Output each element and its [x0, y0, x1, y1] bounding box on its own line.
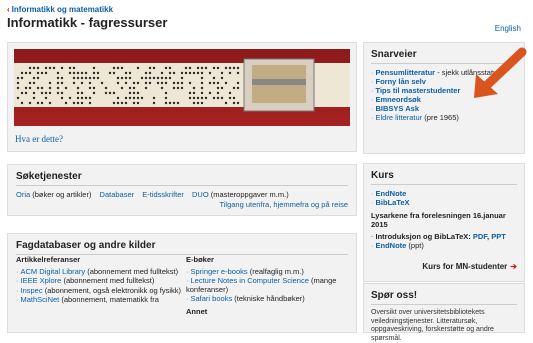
endnote-ppt-link[interactable]: EndNote [376, 241, 407, 250]
breadcrumb[interactable]: ‹ Informatikk og matematikk [7, 5, 113, 14]
list-item: · Inspec (abonnement, også elektronikk og… [16, 285, 182, 295]
other-heading: Annet [186, 306, 208, 316]
biblatex-link[interactable]: BibLaTeX [376, 198, 410, 207]
course-item: · EndNote [371, 189, 407, 198]
english-link[interactable]: English [495, 24, 521, 33]
databases-title: Fagdatabaser og andre kilder [16, 240, 156, 251]
chevron-left-icon: ‹ [7, 5, 10, 14]
oria-link[interactable]: Oria [16, 190, 30, 199]
list-item: · MathSciNet (abonnement, matematikk fra [16, 295, 159, 304]
shortcut-item: · BIBSYS Ask [371, 104, 419, 113]
punched-tape-image [14, 49, 350, 126]
orange-arrow-icon [474, 47, 527, 98]
search-services-title: Søketjenester [16, 171, 82, 182]
ejournals-link[interactable]: E-tidsskrifter [142, 190, 184, 199]
ebooks-heading: E-bøker [186, 255, 214, 264]
list-item: · IEEE Xplore (abonnement med fulltekst) [16, 276, 155, 285]
databases-link[interactable]: Databaser [100, 190, 135, 199]
mn-courses-link[interactable]: Kurs for MN-studenter ➔ [422, 262, 517, 271]
ask-us-title: Spør oss! [371, 290, 418, 301]
course-item: · BibLaTeX [371, 198, 410, 207]
arrow-right-icon: ➔ [510, 262, 517, 271]
shortcut-item: · Eldre litteratur (pre 1965) [371, 113, 459, 122]
list-item: · Lecture Notes in Computer Science (mang… [186, 276, 337, 294]
remote-access-link[interactable]: Tilgang utenfra, hjemmefra og på reise [219, 200, 348, 209]
page-title: Informatikk - fagressurser [7, 15, 168, 30]
course-item: · EndNote (ppt) [371, 241, 424, 250]
pdf-link[interactable]: PDF [473, 232, 487, 241]
databases-panel: Fagdatabaser og andre kilder Artikkelref… [7, 233, 357, 333]
search-services-panel: Søketjenester Oria (bøker og artikler) D… [7, 164, 357, 216]
list-item: · Safari books (tekniske håndbøker) [186, 294, 305, 303]
ask-us-text: Oversikt over universitetsbibliotekets v… [371, 309, 494, 342]
list-item: · Springer e-books (realfaglig m.m.) [186, 266, 304, 276]
hero-panel: Hva er dette? [7, 42, 357, 152]
ppt-link[interactable]: PPT [491, 232, 506, 241]
what-is-this-link[interactable]: Hva er dette? [15, 134, 63, 144]
courses-panel: Kurs · EndNote · BibLaTeX Lysarkene fra fo… [363, 163, 525, 282]
slides-note: Lysarkene fra forelesningen 16.januar 20… [371, 211, 506, 229]
endnote-link[interactable]: EndNote [376, 189, 407, 198]
article-references-heading: Artikkelreferanser [16, 255, 81, 264]
list-item: · ACM Digital Library (abonnement med ful… [16, 266, 179, 276]
ebooks-column: E-bøker · Springer e-books (realfaglig m.… [186, 255, 351, 319]
article-references-column: Artikkelreferanser · ACM Digital Library … [16, 255, 182, 306]
courses-title: Kurs [371, 170, 394, 181]
search-services-row: Oria (bøker og artikler) Databaser E-tid… [16, 190, 289, 199]
ask-us-panel: Spør oss! Oversikt over universitetsbibl… [363, 283, 525, 342]
punched-tape-holes [16, 58, 315, 112]
course-item: · Introduksjon og BibLaTeX: PDF, PPT [371, 232, 506, 241]
duo-link[interactable]: DUO [192, 190, 209, 199]
